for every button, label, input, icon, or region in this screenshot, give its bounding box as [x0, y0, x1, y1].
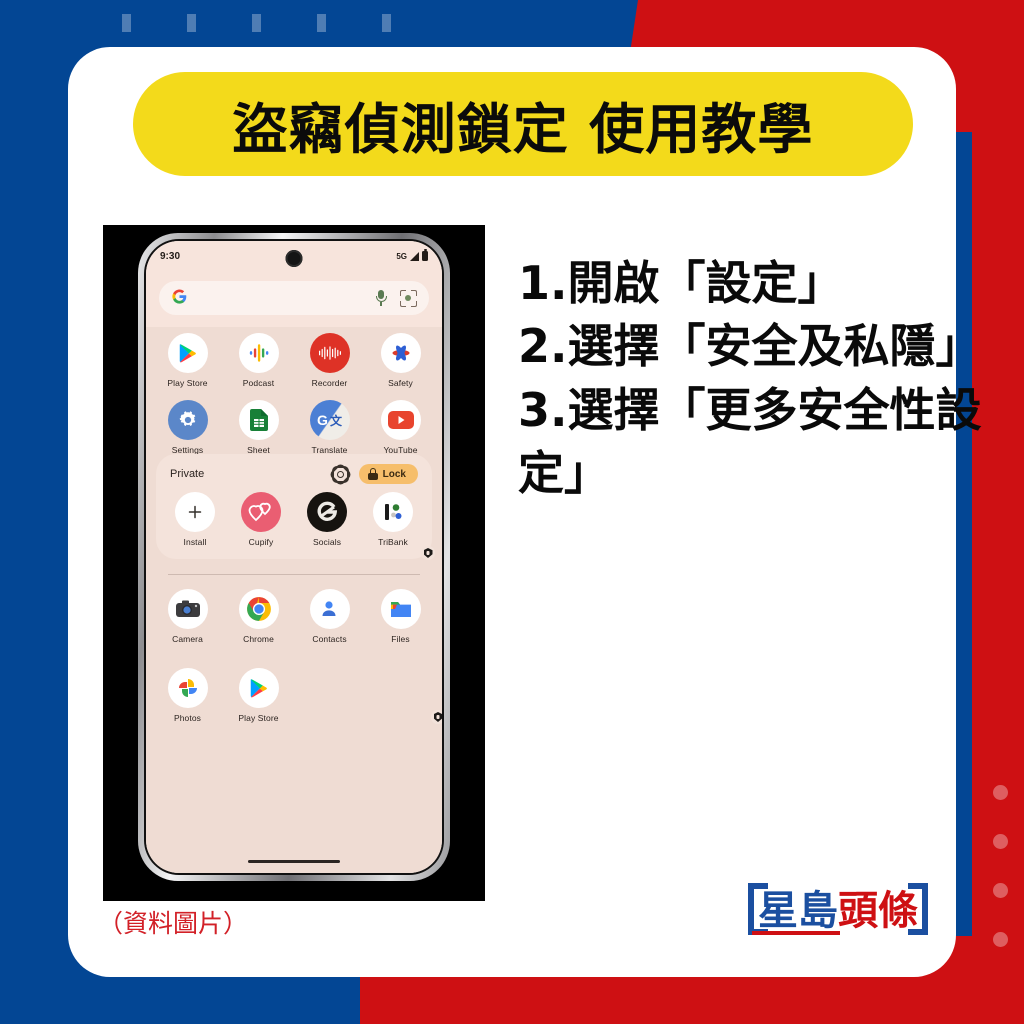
app-socials[interactable]: Socials	[294, 492, 435, 560]
google-translate-icon: G 文	[309, 400, 350, 440]
app-label: Files	[391, 634, 410, 644]
instruction-step-2: 2.選擇「安全及私隱」	[518, 319, 982, 374]
app-safety[interactable]: Safety	[365, 333, 436, 388]
svg-text:文: 文	[330, 413, 343, 428]
decorative-top-dashes	[122, 14, 391, 32]
phone-screenshot-image: 9:30 5G Play Store Podcast Recorder Safe…	[103, 225, 485, 901]
status-indicators: 5G	[396, 249, 428, 261]
app-contacts[interactable]: Contacts	[294, 589, 442, 724]
app-lock-badge	[421, 546, 435, 560]
play-store-icon	[167, 333, 208, 373]
private-space-title: Private	[170, 468, 205, 480]
google-lens-icon[interactable]	[400, 289, 417, 307]
microphone-icon[interactable]	[374, 289, 388, 307]
lock-button[interactable]: Lock	[358, 464, 418, 484]
plus-install-icon	[175, 492, 215, 532]
page-title: 盜竊偵測鎖定 使用教學	[232, 97, 814, 161]
app-photos[interactable]: Photos	[152, 668, 442, 724]
google-photos-icon	[167, 668, 208, 708]
app-label: Play Store	[167, 378, 208, 388]
google-search-bar[interactable]	[159, 281, 429, 315]
recorder-icon	[309, 333, 350, 373]
app-label: Podcast	[242, 378, 275, 388]
content-card: 盜竊偵測鎖定 使用教學 9:30 5G Play Store Podcast R…	[68, 47, 981, 977]
lock-button-label: Lock	[382, 468, 406, 480]
app-cupify[interactable]: Cupify	[228, 492, 435, 560]
svg-text:G: G	[317, 412, 328, 428]
publisher-logo: 星島 頭條	[738, 879, 938, 939]
image-source-caption: （資料圖片）	[98, 909, 249, 938]
decorative-right-dots	[993, 785, 1008, 947]
private-space-header: Private Lock	[156, 461, 432, 492]
svg-text:頭條: 頭條	[838, 888, 918, 934]
contacts-icon	[309, 589, 350, 629]
poster-root: 盜竊偵測鎖定 使用教學 9:30 5G Play Store Podcast R…	[0, 0, 1024, 1024]
app-recorder[interactable]: Recorder	[294, 333, 365, 388]
app-podcast[interactable]: Podcast	[223, 333, 294, 388]
svg-text:星島: 星島	[758, 888, 838, 934]
app-camera[interactable]: Camera	[152, 589, 442, 724]
app-settings[interactable]: Settings	[152, 400, 223, 455]
private-app-grid: Install Cupify Socials TriBank	[156, 492, 435, 560]
app-label: Chrome	[243, 634, 274, 644]
app-tribank[interactable]: TriBank	[360, 492, 435, 560]
chrome-icon	[238, 589, 279, 629]
battery-icon	[422, 249, 428, 261]
instruction-step-1: 1.開啟「設定」	[518, 256, 844, 310]
app-chrome[interactable]: Chrome	[223, 589, 442, 724]
google-g-icon	[171, 288, 188, 308]
tribank-icon	[373, 492, 413, 532]
app-sheet[interactable]: Sheet	[223, 400, 294, 455]
app-label: Recorder	[311, 378, 348, 388]
play-store-icon	[238, 668, 279, 708]
app-play-store[interactable]: Play Store	[152, 333, 223, 388]
status-time: 9:30	[160, 250, 181, 262]
app-label: Contacts	[312, 634, 347, 644]
phone-bezel: 9:30 5G Play Store Podcast Recorder Safe…	[144, 239, 444, 875]
title-banner: 盜竊偵測鎖定 使用教學	[133, 72, 913, 176]
app-lock-badge	[431, 710, 442, 724]
google-podcast-icon	[238, 333, 279, 373]
home-gesture-bar[interactable]	[248, 859, 340, 863]
phone-frame: 9:30 5G Play Store Podcast Recorder Safe…	[138, 233, 450, 881]
bottom-app-grid: Camera Chrome Contacts Files Photos Play…	[146, 589, 442, 724]
signal-bars-icon	[410, 251, 419, 261]
instruction-list: 1.開啟「設定」 2.選擇「安全及私隱」 3.選擇「更多安全性設定」	[518, 252, 988, 506]
padlock-icon	[367, 468, 378, 480]
app-label: Photos	[173, 713, 202, 723]
front-camera-punch-hole	[285, 250, 303, 267]
instruction-step-3: 3.選擇「更多安全性設定」	[518, 382, 982, 501]
camera-icon	[167, 589, 208, 629]
gear-icon[interactable]	[328, 461, 353, 487]
youtube-icon	[380, 400, 421, 440]
app-youtube[interactable]: YouTube	[365, 400, 436, 455]
private-space-section: Private Lock Install Cupify Socials TriB…	[156, 454, 435, 560]
app-play-store-private[interactable]: Play Store	[223, 668, 442, 724]
socials-icon	[307, 492, 347, 532]
app-label: Safety	[388, 378, 413, 388]
app-translate[interactable]: G 文 Translate	[294, 400, 365, 455]
phone-screen: 9:30 5G Play Store Podcast Recorder Safe…	[146, 241, 442, 873]
app-label: Socials	[312, 537, 342, 547]
app-label: Camera	[172, 634, 203, 644]
files-icon	[380, 589, 421, 629]
app-label: TriBank	[378, 537, 408, 547]
google-sheets-icon	[238, 400, 279, 440]
app-label: Play Store	[238, 713, 279, 723]
network-label: 5G	[396, 251, 407, 261]
app-install[interactable]: Install	[162, 492, 228, 547]
personal-safety-icon	[380, 333, 421, 373]
app-label: Cupify	[248, 537, 274, 547]
section-divider	[168, 574, 420, 575]
home-app-grid: Play Store Podcast Recorder Safety Setti…	[146, 333, 442, 455]
settings-gear-icon	[167, 400, 208, 440]
app-files[interactable]: Files	[365, 589, 442, 724]
cupify-hearts-icon	[241, 492, 281, 532]
app-label: Install	[183, 537, 207, 547]
